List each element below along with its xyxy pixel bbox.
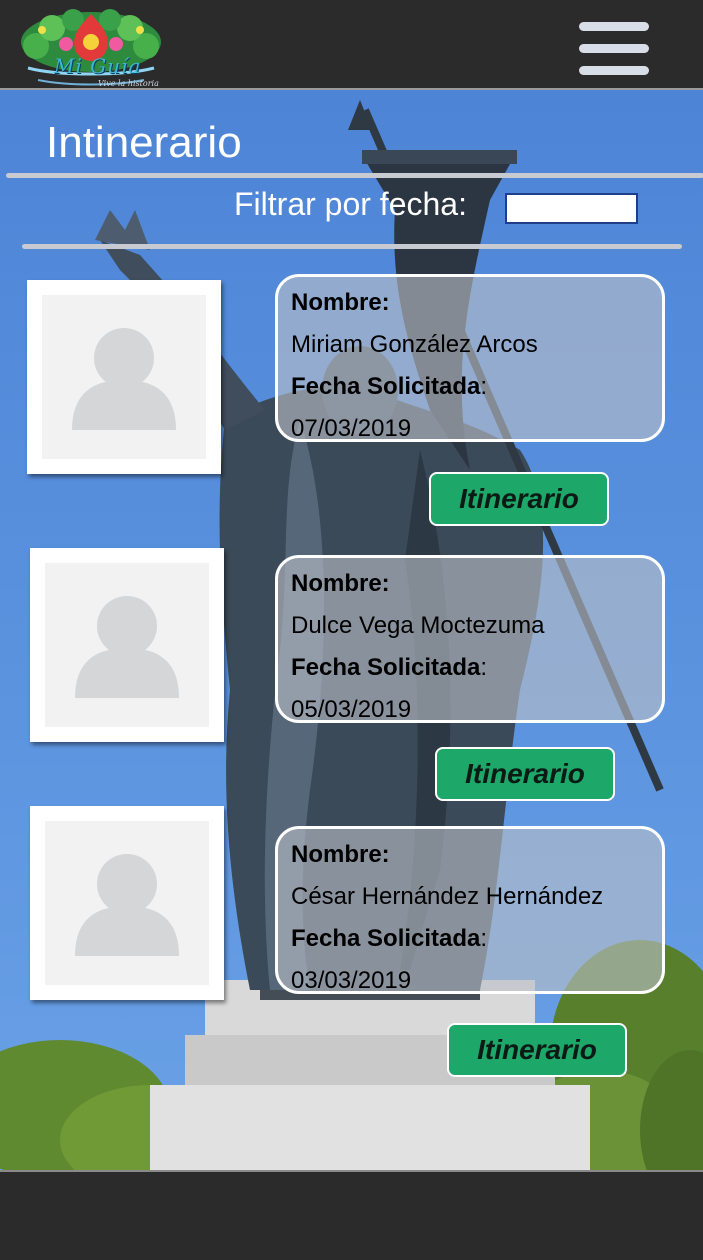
itinerary-button[interactable]: Itinerario xyxy=(429,472,609,526)
itinerary-button[interactable]: Itinerario xyxy=(435,747,615,801)
person-name: Miriam González Arcos xyxy=(291,331,538,358)
logo-subtitle: Vive la historia xyxy=(98,79,159,88)
date-label: Fecha Solicitada xyxy=(291,654,481,681)
user-placeholder-icon xyxy=(72,328,176,430)
name-label: Nombre: xyxy=(291,289,390,316)
divider xyxy=(22,244,682,249)
date-label: Fecha Solicitada xyxy=(291,925,481,952)
person-name: Dulce Vega Moctezuma xyxy=(291,612,545,639)
menu-bar xyxy=(579,44,649,53)
person-name: César Hernández Hernández xyxy=(291,883,604,910)
requested-date: 07/03/2019 xyxy=(291,415,412,442)
request-card: Nombre: Dulce Vega Moctezuma Fecha Solic… xyxy=(275,555,665,723)
requested-date: 03/03/2019 xyxy=(291,967,412,994)
avatar xyxy=(30,548,224,742)
date-label-colon: : xyxy=(480,925,488,952)
mi-guia-logo[interactable]: Mi Guía Vive la historia xyxy=(18,6,164,94)
date-label: Fecha Solicitada xyxy=(291,373,481,400)
date-label-colon: : xyxy=(480,373,488,400)
app-footer xyxy=(0,1170,703,1260)
page-title: Intinerario xyxy=(46,118,242,167)
name-label: Nombre: xyxy=(291,841,390,868)
filter-date-label: Filtrar por fecha: xyxy=(234,186,467,222)
itinerary-button[interactable]: Itinerario xyxy=(447,1023,627,1077)
logo-title: Mi Guía xyxy=(54,54,142,78)
request-card: Nombre: Miriam González Arcos Fecha Soli… xyxy=(275,274,665,442)
hamburger-menu-icon[interactable] xyxy=(579,22,649,76)
app-header: Mi Guía Vive la historia xyxy=(0,0,703,90)
requested-date: 05/03/2019 xyxy=(291,696,412,723)
divider xyxy=(6,173,703,178)
avatar xyxy=(27,280,221,474)
avatar xyxy=(30,806,224,1000)
app-screen: Mi Guía Vive la historia Intinerario Fil… xyxy=(0,0,703,1260)
date-label-colon: : xyxy=(480,654,488,681)
filter-date-input[interactable] xyxy=(505,193,638,224)
request-card: Nombre: César Hernández Hernández Fecha … xyxy=(275,826,665,994)
user-placeholder-icon xyxy=(75,854,179,956)
name-label: Nombre: xyxy=(291,570,390,597)
user-placeholder-icon xyxy=(75,596,179,698)
menu-bar xyxy=(579,22,649,31)
menu-bar xyxy=(579,66,649,75)
